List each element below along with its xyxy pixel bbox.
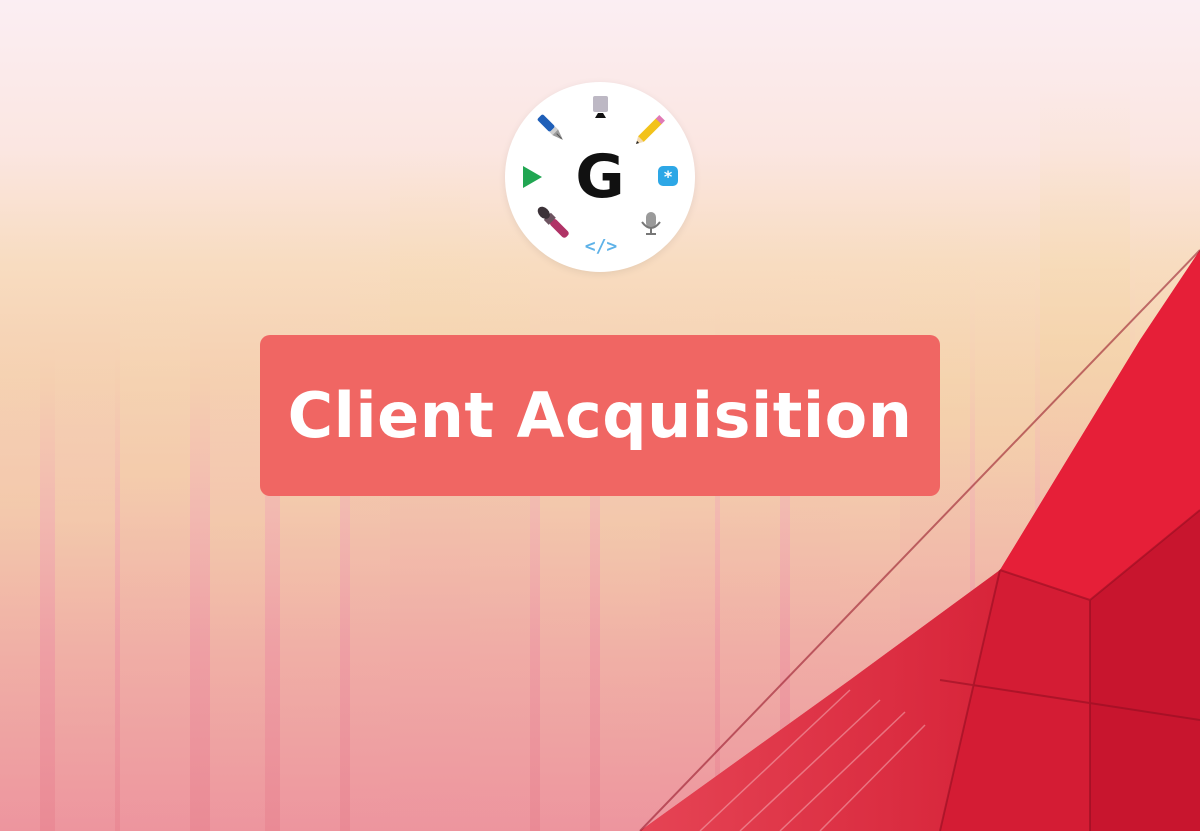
page-title: Client Acquisition — [287, 379, 913, 452]
hero-background: * </> G Client Acquisition — [0, 0, 1200, 831]
monitor-icon — [593, 96, 608, 118]
logo-badge: * </> G — [505, 82, 695, 272]
code-icon: </> — [585, 236, 618, 257]
logo-letter: G — [575, 142, 625, 212]
svg-text:</>: </> — [585, 236, 618, 257]
title-banner: Client Acquisition — [260, 335, 940, 496]
fountain-pen-icon — [537, 114, 564, 141]
microphone-icon — [641, 212, 661, 235]
